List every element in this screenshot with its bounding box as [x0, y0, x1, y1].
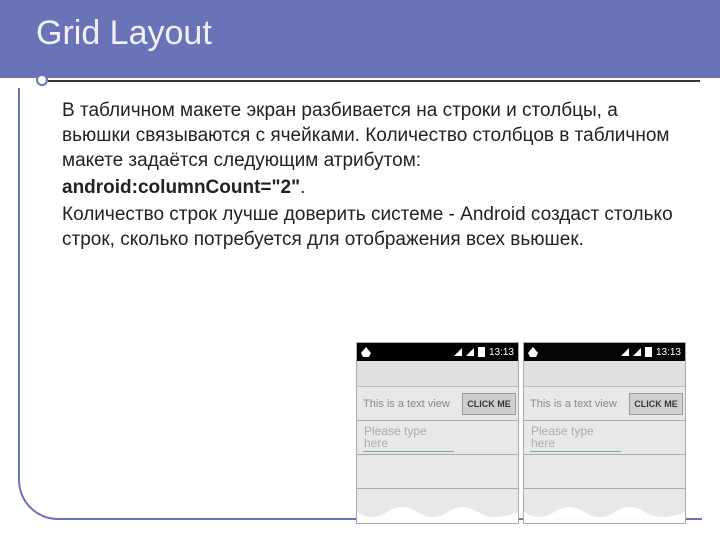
- wifi-icon: [454, 348, 462, 356]
- grid-row-2: Please type here: [524, 421, 685, 455]
- attribute-suffix: .: [300, 177, 305, 198]
- battery-icon: [478, 347, 485, 357]
- grid-row-3: [524, 455, 685, 489]
- divider: [36, 76, 700, 86]
- wifi-icon: [621, 348, 629, 356]
- signal-icon: [633, 348, 641, 356]
- phone-mockup-right: 13:13 This is a text view CLICK ME Pleas…: [523, 342, 686, 524]
- grid-row-1: This is a text view CLICK ME: [524, 387, 685, 421]
- divider-dot: [36, 74, 48, 86]
- textview-cell: This is a text view: [357, 398, 460, 410]
- slide-content: В табличном макете экран разбивается на …: [20, 88, 702, 252]
- text-input[interactable]: Please type here: [363, 423, 454, 452]
- slide-title: Grid Layout: [36, 14, 720, 53]
- slide-body-frame: В табличном макете экран разбивается на …: [18, 88, 702, 520]
- app-bar: [357, 361, 518, 387]
- text-input[interactable]: Please type here: [530, 423, 621, 452]
- grid-row-2: Please type here: [357, 421, 518, 455]
- android-icon: [361, 347, 371, 357]
- paragraph-1: В табличном макете экран разбивается на …: [62, 98, 682, 173]
- status-bar: 13:13: [524, 343, 685, 361]
- phone-mockup-left: 13:13 This is a text view CLICK ME Pleas…: [356, 342, 519, 524]
- click-me-button[interactable]: CLICK ME: [629, 393, 683, 415]
- click-me-button[interactable]: CLICK ME: [462, 393, 516, 415]
- status-bar: 13:13: [357, 343, 518, 361]
- textview-cell: This is a text view: [524, 398, 627, 410]
- android-icon: [528, 347, 538, 357]
- divider-line: [48, 80, 700, 82]
- grid-row-3: [357, 455, 518, 489]
- phone-mockup-group: 13:13 This is a text view CLICK ME Pleas…: [356, 342, 686, 524]
- attribute-code: android:columnCount="2": [62, 177, 300, 198]
- app-bar: [524, 361, 685, 387]
- torn-edge: [357, 489, 518, 523]
- battery-icon: [645, 347, 652, 357]
- torn-edge: [524, 489, 685, 523]
- paragraph-2: Количество строк лучше доверить системе …: [62, 202, 682, 252]
- grid-row-1: This is a text view CLICK ME: [357, 387, 518, 421]
- status-time: 13:13: [489, 347, 514, 358]
- signal-icon: [466, 348, 474, 356]
- slide-header: Grid Layout: [0, 0, 720, 78]
- status-time: 13:13: [656, 347, 681, 358]
- attribute-line: android:columnCount="2".: [62, 175, 682, 200]
